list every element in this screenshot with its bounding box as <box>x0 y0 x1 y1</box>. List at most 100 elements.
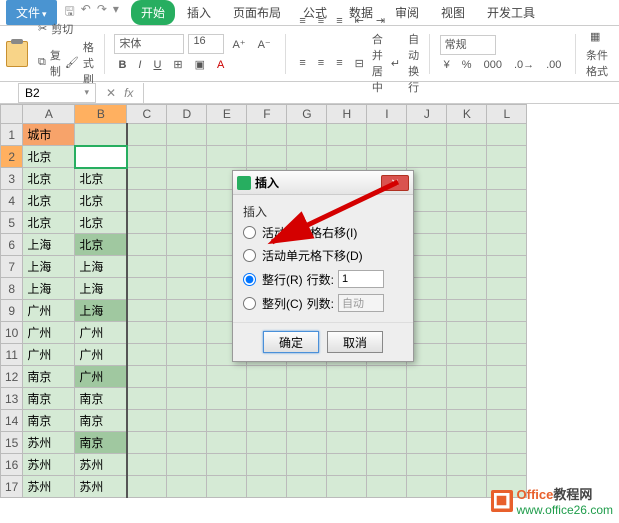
scissors-icon[interactable]: ✂ <box>38 22 47 35</box>
cell-L6[interactable] <box>487 234 527 256</box>
row-header-8[interactable]: 8 <box>1 278 23 300</box>
cell-K5[interactable] <box>447 212 487 234</box>
row-header-5[interactable]: 5 <box>1 212 23 234</box>
select-all-corner[interactable] <box>1 105 23 124</box>
cell-A13[interactable]: 南京 <box>23 388 75 410</box>
indent-inc-icon[interactable]: ⇥ <box>372 12 389 29</box>
cell-B5[interactable]: 北京 <box>75 212 127 234</box>
cell-B16[interactable]: 苏州 <box>75 454 127 476</box>
col-header-H[interactable]: H <box>327 105 367 124</box>
row-header-15[interactable]: 15 <box>1 432 23 454</box>
cell-D14[interactable] <box>167 410 207 432</box>
cell-A3[interactable]: 北京 <box>23 168 75 190</box>
cell-B13[interactable]: 南京 <box>75 388 127 410</box>
cell-B9[interactable]: 上海 <box>75 300 127 322</box>
border-icon[interactable]: ⊞ <box>169 56 186 73</box>
tab-view[interactable]: 视图 <box>431 0 475 25</box>
cell-L13[interactable] <box>487 388 527 410</box>
name-box[interactable]: B2 ▾ <box>18 83 96 103</box>
cell-K17[interactable] <box>447 476 487 498</box>
cell-D4[interactable] <box>167 190 207 212</box>
cell-K10[interactable] <box>447 322 487 344</box>
cell-D1[interactable] <box>167 124 207 146</box>
cell-J13[interactable] <box>407 388 447 410</box>
cell-A10[interactable]: 广州 <box>23 322 75 344</box>
col-header-J[interactable]: J <box>407 105 447 124</box>
cell-C17[interactable] <box>127 476 167 498</box>
italic-icon[interactable]: I <box>134 57 145 73</box>
cell-K13[interactable] <box>447 388 487 410</box>
cell-I13[interactable] <box>367 388 407 410</box>
cell-L11[interactable] <box>487 344 527 366</box>
cell-A4[interactable]: 北京 <box>23 190 75 212</box>
cell-E15[interactable] <box>207 432 247 454</box>
fx-cancel-icon[interactable]: ✕ <box>106 86 116 100</box>
formula-input[interactable] <box>143 83 619 103</box>
cell-B14[interactable]: 南京 <box>75 410 127 432</box>
cell-L9[interactable] <box>487 300 527 322</box>
tab-pagelayout[interactable]: 页面布局 <box>223 0 291 25</box>
cell-F13[interactable] <box>247 388 287 410</box>
cell-A5[interactable]: 北京 <box>23 212 75 234</box>
cell-H13[interactable] <box>327 388 367 410</box>
font-size-combo[interactable]: 16 <box>188 34 224 54</box>
col-header-E[interactable]: E <box>207 105 247 124</box>
cell-A2[interactable]: 北京 <box>23 146 75 168</box>
cell-L8[interactable] <box>487 278 527 300</box>
option-shift-down[interactable]: 活动单元格下移(D) <box>243 247 403 264</box>
indent-dec-icon[interactable]: ⇤ <box>351 12 368 29</box>
cell-K7[interactable] <box>447 256 487 278</box>
cell-E1[interactable] <box>207 124 247 146</box>
cell-F2[interactable] <box>247 146 287 168</box>
cell-C16[interactable] <box>127 454 167 476</box>
cond-format-icon[interactable]: ▦ <box>586 28 613 45</box>
align-center-icon[interactable]: ≡ <box>314 55 328 71</box>
cell-G15[interactable] <box>287 432 327 454</box>
cell-A6[interactable]: 上海 <box>23 234 75 256</box>
cell-B15[interactable]: 南京 <box>75 432 127 454</box>
cell-F1[interactable] <box>247 124 287 146</box>
cell-G14[interactable] <box>287 410 327 432</box>
cell-C9[interactable] <box>127 300 167 322</box>
wrap-icon[interactable]: ↵ <box>387 55 404 72</box>
cell-L7[interactable] <box>487 256 527 278</box>
cell-C14[interactable] <box>127 410 167 432</box>
col-header-C[interactable]: C <box>127 105 167 124</box>
cell-F17[interactable] <box>247 476 287 498</box>
comma-icon[interactable]: 000 <box>480 57 506 73</box>
cell-D5[interactable] <box>167 212 207 234</box>
option-shift-right[interactable]: 活动单元格右移(I) <box>243 224 403 241</box>
cell-B17[interactable]: 苏州 <box>75 476 127 498</box>
cell-C6[interactable] <box>127 234 167 256</box>
col-header-L[interactable]: L <box>487 105 527 124</box>
tab-insert[interactable]: 插入 <box>177 0 221 25</box>
col-header-K[interactable]: K <box>447 105 487 124</box>
cell-E12[interactable] <box>207 366 247 388</box>
font-name-combo[interactable]: 宋体 <box>114 34 184 54</box>
cancel-button[interactable]: 取消 <box>327 331 383 353</box>
cell-D13[interactable] <box>167 388 207 410</box>
option-entire-col[interactable]: 整列(C) 列数: <box>243 294 403 312</box>
cell-E17[interactable] <box>207 476 247 498</box>
row-header-14[interactable]: 14 <box>1 410 23 432</box>
row-header-12[interactable]: 12 <box>1 366 23 388</box>
cell-L4[interactable] <box>487 190 527 212</box>
cell-A15[interactable]: 苏州 <box>23 432 75 454</box>
align-top-icon[interactable]: ≡ <box>295 13 309 29</box>
row-header-1[interactable]: 1 <box>1 124 23 146</box>
tab-dev[interactable]: 开发工具 <box>477 0 545 25</box>
cell-L15[interactable] <box>487 432 527 454</box>
underline-icon[interactable]: U <box>149 57 165 73</box>
decrease-font-icon[interactable]: A⁻ <box>254 36 275 53</box>
row-header-10[interactable]: 10 <box>1 322 23 344</box>
align-mid-icon[interactable]: ≡ <box>314 13 328 29</box>
percent-icon[interactable]: % <box>458 57 476 73</box>
cell-E13[interactable] <box>207 388 247 410</box>
cell-L3[interactable] <box>487 168 527 190</box>
cell-G12[interactable] <box>287 366 327 388</box>
radio-entire-row[interactable] <box>243 273 256 286</box>
dec-inc-icon[interactable]: .0→ <box>510 57 538 73</box>
redo-icon[interactable]: ↷ <box>97 2 107 23</box>
cell-K8[interactable] <box>447 278 487 300</box>
cell-C7[interactable] <box>127 256 167 278</box>
